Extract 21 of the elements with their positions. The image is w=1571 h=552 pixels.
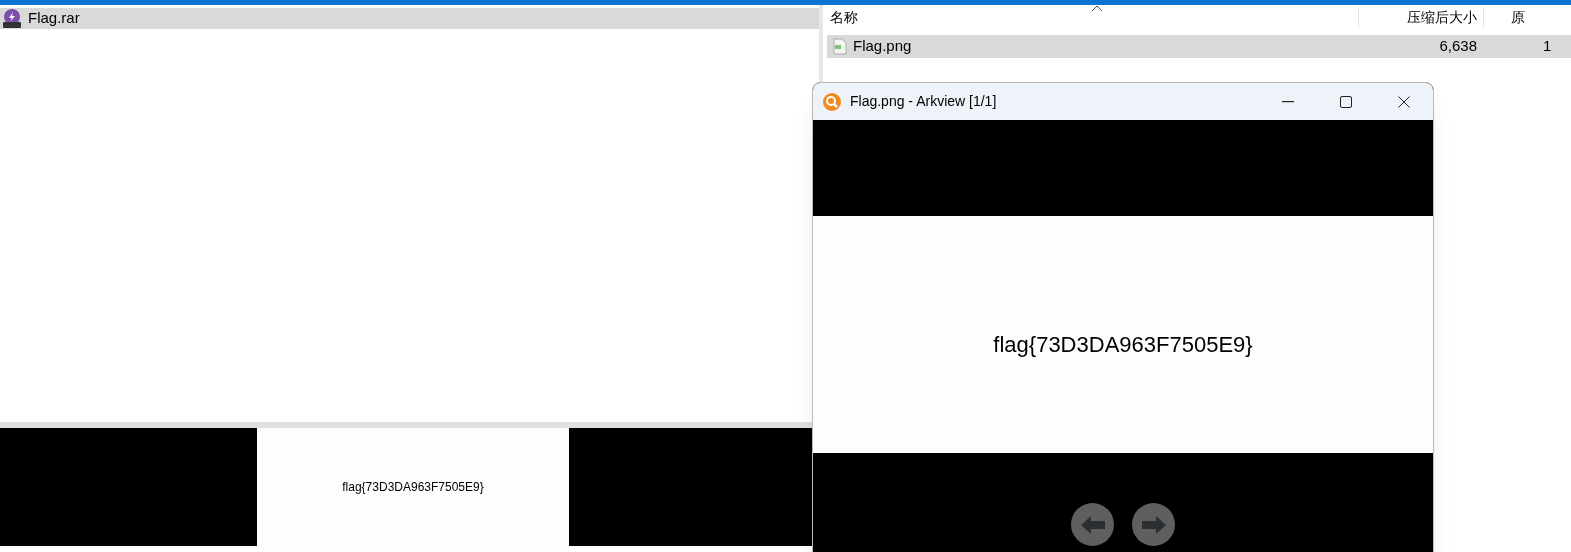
table-cell-text: 6,638 bbox=[1438, 36, 1478, 57]
window-title: Flag.png - Arkview [1/1] bbox=[850, 92, 998, 111]
sort-caret-icon bbox=[1091, 5, 1103, 12]
column-header[interactable]: 原 bbox=[1483, 7, 1571, 28]
right-arrow-icon bbox=[1140, 514, 1167, 535]
next-button[interactable] bbox=[1132, 503, 1175, 546]
flag-text: flag{73D3DA963F7505E9} bbox=[993, 331, 1253, 359]
image-file-icon bbox=[833, 38, 847, 55]
magnifier-icon bbox=[822, 91, 842, 112]
previous-button[interactable] bbox=[1071, 503, 1114, 546]
close-icon bbox=[1398, 95, 1410, 108]
left-arrow-icon bbox=[1079, 514, 1106, 535]
maximize-icon bbox=[1340, 95, 1352, 108]
table-cell-text: 1 bbox=[1542, 36, 1553, 57]
column-header[interactable]: 压缩后大小 bbox=[1358, 7, 1483, 28]
minimize-icon bbox=[1282, 100, 1294, 103]
table-cell-text: Flag.png bbox=[853, 36, 912, 57]
tree-item[interactable]: Flag.rar bbox=[0, 8, 819, 29]
flag-text: flag{73D3DA963F7505E9} bbox=[342, 479, 484, 496]
column-header[interactable]: 名称 bbox=[827, 7, 1358, 28]
file-row[interactable]: Flag.png 6,638 1 bbox=[827, 35, 1571, 58]
